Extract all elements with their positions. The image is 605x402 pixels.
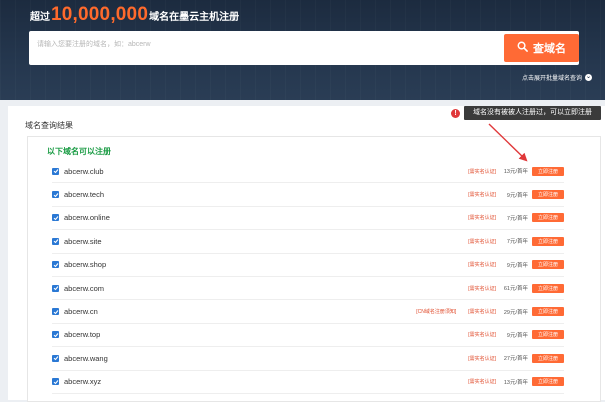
verification-tag[interactable]: [需实名认证]	[468, 285, 496, 292]
hero-title-prefix: 超过	[30, 12, 50, 23]
domain-checkbox[interactable]	[52, 308, 59, 316]
domain-name: abcerw.site	[64, 236, 102, 246]
register-now-button[interactable]: 立即注册	[532, 166, 564, 176]
domain-name: abcerw.top	[64, 330, 101, 340]
register-now-button[interactable]: 立即注册	[532, 260, 564, 270]
domain-actions: [CN域名注册须知] [需实名认证] 29元/首年 立即注册	[416, 300, 564, 322]
search-icon	[517, 41, 528, 55]
results-title: 域名查询结果	[25, 121, 73, 130]
register-now-button[interactable]: 立即注册	[532, 307, 564, 317]
register-now-button[interactable]: 立即注册	[532, 213, 564, 223]
availability-tooltip: 域名没有被被人注册过，可以立即注册	[464, 106, 601, 120]
domain-name: abcerw.xyz	[64, 377, 102, 387]
domain-price: 61元/首年	[503, 286, 528, 293]
domain-row: abcerw.xyz [需实名认证] 13元/首年 立即注册	[52, 371, 564, 394]
register-now-button[interactable]: 立即注册	[532, 377, 564, 387]
domain-checkbox[interactable]	[52, 354, 59, 362]
batch-query-link[interactable]: 点击展开批量域名查询 ⌄	[522, 73, 592, 82]
domain-actions: [需实名认证] 7元/首年 立即注册	[468, 207, 564, 229]
domain-actions: [需实名认证] 61元/首年 立即注册	[468, 277, 564, 299]
domain-name: abcerw.shop	[64, 260, 107, 270]
domain-actions: [需实名认证] 7元/首年 立即注册	[468, 230, 564, 252]
domain-price: 9元/首年	[506, 192, 528, 199]
domain-checkbox[interactable]	[52, 378, 59, 386]
hero-title-suffix: 域名在墨云主机注册	[149, 12, 240, 23]
domain-actions: [需实名认证] 13元/首年 立即注册	[468, 160, 564, 182]
chevron-down-icon: ⌄	[585, 74, 592, 81]
available-title: 以下域名可以注册	[47, 147, 111, 156]
register-now-button[interactable]: 立即注册	[532, 353, 564, 363]
available-list-box: 以下域名可以注册 abcerw.club [需实名认证] 13元/首年 立即注册 abc…	[27, 136, 601, 402]
verification-tag[interactable]: [需实名认证]	[468, 261, 496, 268]
domain-row: abcerw.site [需实名认证] 7元/首年 立即注册	[52, 230, 564, 254]
domain-checkbox[interactable]	[52, 167, 59, 175]
batch-link-label: 点击展开批量域名查询	[521, 76, 582, 82]
domain-row: abcerw.tech [需实名认证] 9元/首年 立即注册	[52, 183, 564, 207]
domain-name: abcerw.com	[64, 283, 105, 293]
domain-checkbox[interactable]	[52, 331, 59, 339]
domain-name: abcerw.online	[64, 213, 110, 223]
verification-tag[interactable]: [需实名认证]	[468, 308, 496, 315]
register-now-button[interactable]: 立即注册	[532, 330, 564, 340]
domain-row: abcerw.club [需实名认证] 13元/首年 立即注册	[52, 160, 564, 184]
verification-tag[interactable]: [需实名认证]	[468, 331, 496, 338]
domain-price: 9元/首年	[506, 332, 528, 339]
domain-price: 13元/首年	[503, 169, 528, 176]
domain-actions: [需实名认证] 9元/首年 立即注册	[468, 254, 564, 276]
verification-tag[interactable]: [需实名认证]	[468, 355, 496, 362]
domain-row: abcerw.shop [需实名认证] 9元/首年 立即注册	[52, 254, 564, 277]
domain-price: 13元/首年	[503, 379, 528, 386]
search-hero: 超过 10,000,000 域名在墨云主机注册 查域名 点击展开批量域名查询 ⌄	[0, 0, 605, 100]
domain-actions: [需实名认证] 13元/首年 立即注册	[468, 371, 564, 393]
verification-tag[interactable]: [需实名认证]	[468, 214, 496, 221]
domain-actions: [需实名认证] 27元/首年 立即注册	[468, 347, 564, 369]
domain-price: 9元/首年	[506, 262, 528, 269]
domain-actions: [需实名认证] 9元/首年 立即注册	[468, 183, 564, 205]
domain-price: 27元/首年	[503, 356, 528, 363]
domain-name: abcerw.cn	[64, 307, 98, 317]
domain-row: abcerw.cn [CN域名注册须知] [需实名认证] 29元/首年 立即注册	[52, 300, 564, 324]
verification-tag[interactable]: [需实名认证]	[468, 378, 496, 385]
domain-name: abcerw.club	[64, 166, 104, 176]
domain-row: abcerw.com [需实名认证] 61元/首年 立即注册	[52, 277, 564, 301]
verification-tag[interactable]: [需实名认证]	[468, 238, 496, 245]
domain-checkbox[interactable]	[52, 214, 59, 222]
domain-actions: [需实名认证] 9元/首年 立即注册	[468, 324, 564, 346]
search-input[interactable]	[35, 36, 494, 52]
domain-name: abcerw.tech	[64, 190, 105, 200]
search-domain-button[interactable]: 查域名	[504, 34, 579, 62]
register-now-button[interactable]: 立即注册	[532, 190, 564, 200]
domain-checkbox[interactable]	[52, 284, 59, 292]
domain-row: abcerw.top [需实名认证] 9元/首年 立即注册	[52, 324, 564, 348]
domain-row: abcerw.online [需实名认证] 7元/首年 立即注册	[52, 207, 564, 231]
domain-checkbox[interactable]	[52, 191, 59, 199]
domain-row: abcerw.wang [需实名认证] 27元/首年 立即注册	[52, 347, 564, 371]
hero-title-number: 10,000,000	[51, 4, 149, 25]
cn-notice-link[interactable]: [CN域名注册须知]	[416, 308, 456, 315]
results-panel: 域名查询结果 以下域名可以注册 abcerw.club [需实名认证] 13元/首年…	[8, 106, 605, 402]
verification-tag[interactable]: [需实名认证]	[468, 168, 496, 175]
register-now-button[interactable]: 立即注册	[532, 236, 564, 246]
domain-checkbox[interactable]	[52, 237, 59, 245]
domain-price: 7元/首年	[506, 215, 528, 222]
domain-checkbox[interactable]	[52, 261, 59, 269]
register-now-button[interactable]: 立即注册	[532, 283, 564, 293]
search-box: 查域名	[29, 31, 579, 65]
alert-icon: !	[451, 109, 460, 118]
domain-list: abcerw.club [需实名认证] 13元/首年 立即注册 abcerw.tech[…	[52, 160, 564, 394]
search-button-label: 查域名	[533, 43, 566, 55]
verification-tag[interactable]: [需实名认证]	[468, 191, 496, 198]
domain-price: 29元/首年	[503, 309, 528, 316]
domain-name: abcerw.wang	[64, 353, 108, 363]
hero-title: 超过 10,000,000 域名在墨云主机注册	[30, 4, 239, 26]
domain-price: 7元/首年	[506, 239, 528, 246]
